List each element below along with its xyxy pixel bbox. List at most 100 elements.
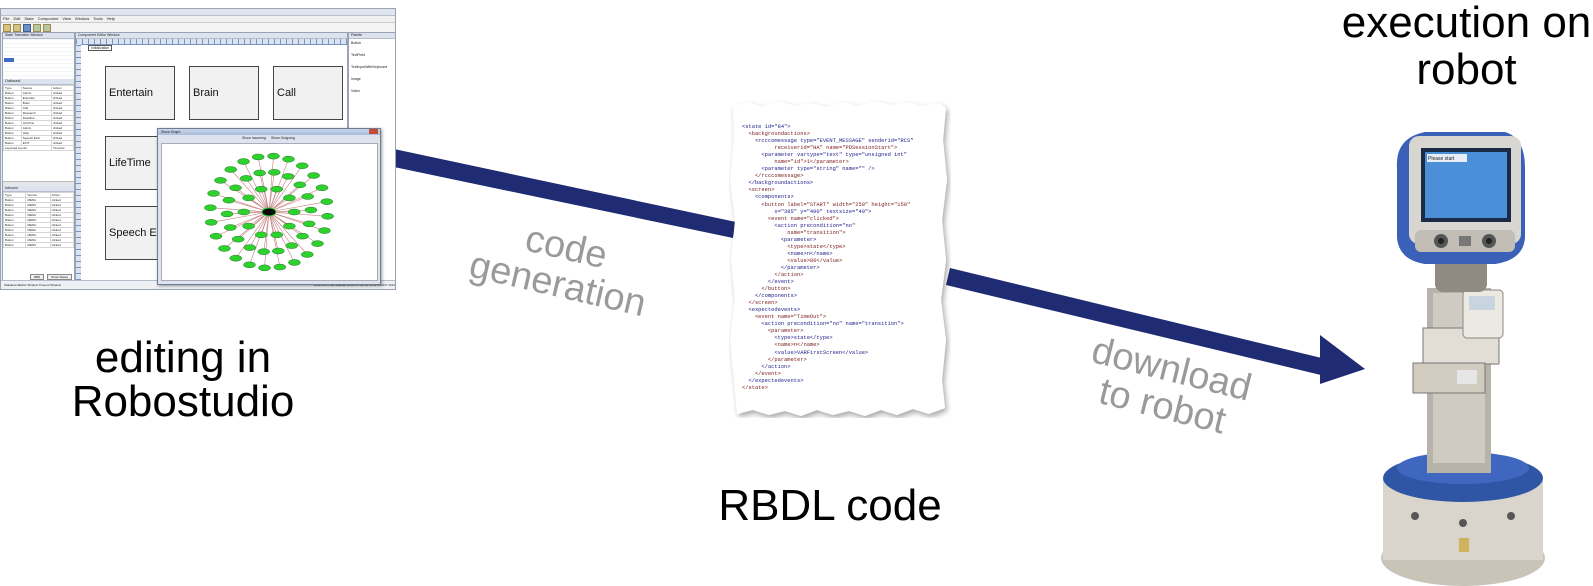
menu-window[interactable]: Window bbox=[75, 16, 89, 22]
ruler-left bbox=[76, 44, 81, 280]
graph-node bbox=[273, 263, 287, 271]
code-line: <parameter> bbox=[742, 236, 817, 243]
code-line: <rcccomessage type="EVENT_MESSAGE" sende… bbox=[742, 138, 914, 145]
palette-video[interactable]: Video bbox=[349, 87, 395, 99]
menu-tools[interactable]: Tools bbox=[93, 16, 102, 22]
graph-node bbox=[320, 198, 333, 205]
graph-node bbox=[240, 175, 253, 182]
show-outgoing-checkbox[interactable]: Show Outgoing bbox=[271, 136, 295, 140]
palette-image[interactable]: Image bbox=[349, 75, 395, 87]
graph-options: Show Incoming Show Outgoing bbox=[242, 136, 295, 140]
graph-node bbox=[296, 162, 309, 169]
palette-textinput[interactable]: TextInputWithKeyboard bbox=[349, 63, 395, 75]
speaker-icon bbox=[1459, 236, 1471, 246]
status-left: StateEventEditor Window Timeout Window bbox=[4, 283, 62, 287]
save-icon[interactable] bbox=[23, 24, 31, 32]
code-line: </backgroundactions> bbox=[742, 180, 814, 187]
graph-node bbox=[281, 173, 295, 180]
graph-node bbox=[272, 247, 285, 255]
monitor-display bbox=[1469, 296, 1495, 310]
graph-node bbox=[253, 169, 266, 177]
graph-node bbox=[255, 231, 268, 239]
selected-state-cell[interactable] bbox=[4, 58, 14, 62]
menu-file[interactable]: File bbox=[3, 16, 9, 22]
graph-node bbox=[222, 196, 236, 204]
graph-node bbox=[255, 185, 268, 193]
graph-node bbox=[243, 261, 256, 269]
redo-icon[interactable] bbox=[43, 24, 51, 32]
graph-node bbox=[251, 153, 265, 161]
table-row[interactable]: expected events TimeOut bbox=[2, 145, 74, 151]
graph-node bbox=[270, 231, 283, 239]
code-line: </event> bbox=[742, 279, 794, 286]
component-entertain[interactable]: Entertain bbox=[105, 66, 175, 120]
palette-button[interactable]: Button bbox=[349, 39, 395, 51]
graph-canvas[interactable] bbox=[161, 143, 378, 281]
menu-bar: File Edit State Component View Window To… bbox=[1, 16, 395, 23]
execution-caption: execution on robot bbox=[1341, 0, 1592, 94]
code-line: </components> bbox=[742, 293, 797, 300]
code-line: </rcccomessage> bbox=[742, 173, 804, 180]
component-brain[interactable]: Brain bbox=[189, 66, 259, 120]
graph-node bbox=[229, 255, 242, 262]
code-line: <components> bbox=[742, 194, 794, 201]
sensor-icon bbox=[1459, 519, 1467, 527]
component-call[interactable]: Call bbox=[273, 66, 343, 120]
graph-center-node bbox=[261, 207, 277, 217]
download-arrowhead bbox=[1320, 335, 1365, 384]
code-line: <parameter> bbox=[742, 328, 804, 335]
graph-node bbox=[282, 155, 295, 163]
graph-node bbox=[231, 235, 245, 243]
graph-node bbox=[257, 248, 270, 255]
graph-node bbox=[207, 190, 220, 197]
code-line: </action> bbox=[742, 271, 804, 278]
graph-node bbox=[242, 222, 255, 230]
graph-node bbox=[237, 208, 251, 216]
sensor-icon bbox=[1507, 512, 1515, 520]
robot-illustration: Please start bbox=[1381, 132, 1545, 586]
graph-edge bbox=[249, 211, 270, 248]
palette-textfield[interactable]: TextField bbox=[349, 51, 395, 63]
code-line: <name>n</name> bbox=[742, 250, 833, 257]
menu-component[interactable]: Component bbox=[38, 16, 59, 22]
graph-node bbox=[301, 193, 314, 200]
graph-node bbox=[204, 204, 217, 211]
graph-node bbox=[214, 177, 227, 184]
state-grid[interactable] bbox=[3, 39, 74, 79]
inbound-table: Type Source Action Button MENU clicked But… bbox=[2, 192, 75, 248]
table-row[interactable]: Button MENU clicked bbox=[2, 242, 75, 248]
code-line: <action precondition="no" bbox=[742, 222, 856, 229]
code-line: </screen> bbox=[742, 300, 778, 307]
rbdl-caption: RBDL code bbox=[718, 481, 942, 530]
graph-node bbox=[224, 224, 237, 231]
code-line: </action> bbox=[742, 363, 791, 370]
cell: Button bbox=[2, 242, 27, 248]
new-file-icon[interactable] bbox=[3, 24, 11, 32]
undo-icon[interactable] bbox=[33, 24, 41, 32]
graph-node bbox=[220, 210, 234, 218]
close-icon[interactable] bbox=[369, 129, 378, 134]
menu-edit[interactable]: Edit bbox=[13, 16, 20, 22]
graph-node bbox=[283, 194, 296, 202]
code-line: x="385" y="400" textsize="40"> bbox=[742, 208, 872, 215]
code-line: name="id">1</parameter> bbox=[742, 159, 849, 166]
state-tab[interactable]: Initialization bbox=[88, 45, 113, 51]
graph-node bbox=[209, 233, 223, 240]
code-line: <parameter type="string" name="" /> bbox=[742, 166, 875, 173]
camera-lens bbox=[1486, 238, 1492, 244]
code-line: <type>state</type> bbox=[742, 335, 833, 342]
menu-view[interactable]: View bbox=[62, 16, 71, 22]
code-line: <backgroundactions> bbox=[742, 131, 810, 138]
code-line: <button label="START" width="250" height… bbox=[742, 201, 911, 208]
menu-help[interactable]: Help bbox=[107, 16, 115, 22]
graph-node bbox=[301, 251, 314, 258]
open-folder-icon[interactable] bbox=[13, 24, 21, 32]
code-line: <value>86</value> bbox=[742, 257, 843, 264]
code-line: </expectedevents> bbox=[742, 377, 804, 384]
graph-node bbox=[285, 242, 298, 249]
show-incoming-checkbox[interactable]: Show Incoming bbox=[242, 136, 266, 140]
menu-state[interactable]: State bbox=[24, 16, 33, 22]
sensor-icon bbox=[1411, 512, 1419, 520]
cell: MENU bbox=[25, 242, 51, 248]
code-line: <name>n</name> bbox=[742, 342, 820, 349]
